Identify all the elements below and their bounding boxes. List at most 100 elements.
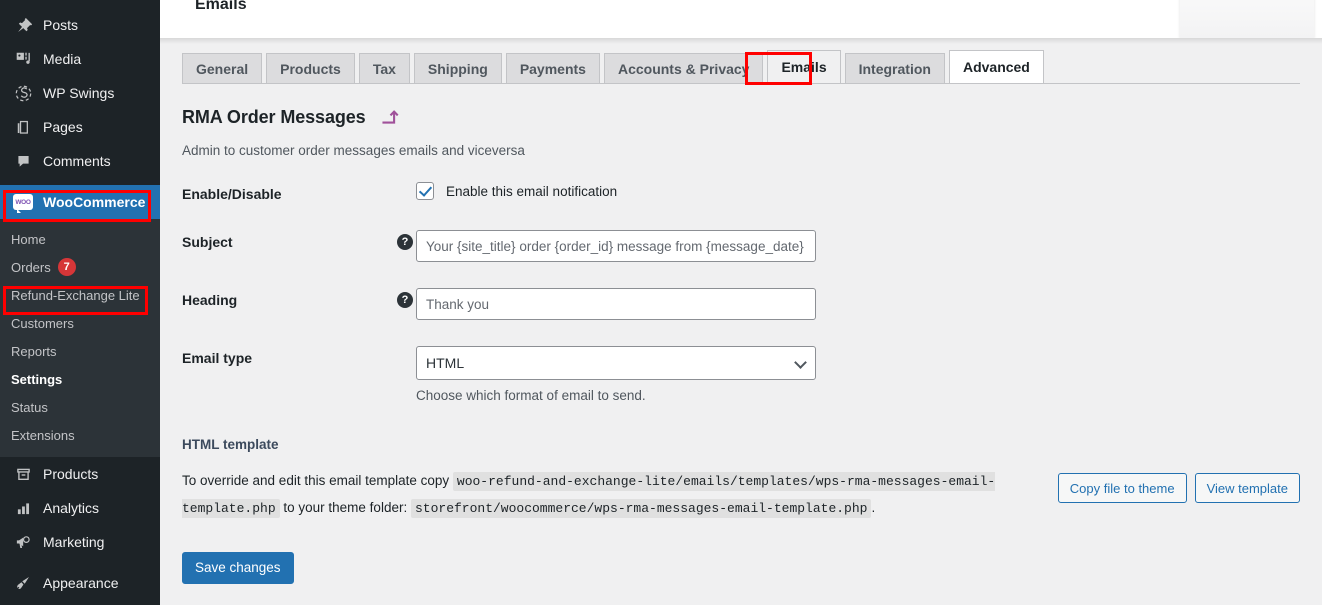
sidebar-item-label: WooCommerce (43, 194, 146, 210)
woo-badge-text: WOO (15, 198, 31, 206)
sidebar-item-analytics[interactable]: Analytics (0, 491, 160, 525)
tab-payments[interactable]: Payments (505, 53, 600, 83)
tab-advanced[interactable]: Advanced (948, 50, 1044, 83)
menu-spacer (0, 559, 160, 566)
sidebar-item-label: Comments (43, 153, 111, 169)
email-type-select-wrap[interactable]: HTML (416, 346, 816, 380)
submenu-label: Customers (11, 315, 74, 331)
sidebar-item-media[interactable]: Media (0, 42, 160, 76)
tab-label: Tax (372, 60, 396, 77)
sidebar-item-label: Appearance (43, 575, 119, 591)
subject-input[interactable] (416, 230, 816, 262)
tab-general[interactable]: General (182, 53, 263, 83)
submenu-label: Settings (11, 371, 63, 387)
submenu-item-customers[interactable]: Customers (0, 309, 160, 337)
subject-label: Subject (182, 234, 233, 250)
email-type-select[interactable]: HTML (416, 346, 816, 380)
tab-shipping[interactable]: Shipping (413, 53, 502, 83)
sidebar-top-menu: Posts Media WP Swings Pages Comments WOO… (0, 8, 168, 600)
help-slot (394, 182, 416, 186)
settings-tabs: General Products Tax Shipping Payments A… (182, 50, 1300, 84)
template-text-after: . (871, 500, 876, 515)
sidebar-item-comments[interactable]: Comments (0, 144, 160, 178)
sidebar-item-label: Media (43, 51, 82, 67)
enable-checkbox[interactable] (416, 182, 434, 200)
tab-label: Shipping (427, 60, 488, 77)
tab-tax[interactable]: Tax (358, 53, 410, 83)
submenu-item-home[interactable]: Home (0, 225, 160, 253)
submenu-label: Home (11, 231, 46, 247)
sidebar-item-label: Products (43, 466, 99, 482)
tab-accounts-privacy[interactable]: Accounts & Privacy (603, 53, 764, 83)
enable-label: Enable/Disable (182, 186, 282, 202)
sidebar-item-posts[interactable]: Posts (0, 8, 160, 42)
submenu-item-orders[interactable]: Orders 7 (0, 253, 160, 281)
tab-label: General (196, 60, 249, 77)
subject-help[interactable]: ? (394, 230, 416, 250)
sidebar-item-appearance[interactable]: Appearance (0, 566, 160, 600)
sidebar-item-products[interactable]: Products (0, 457, 160, 491)
heading-label: Heading (182, 292, 238, 308)
settings-content: General Products Tax Shipping Payments A… (160, 38, 1322, 605)
submenu-item-settings[interactable]: Settings (0, 365, 160, 393)
tab-label: Payments (519, 60, 586, 77)
submenu-item-status[interactable]: Status (0, 393, 160, 421)
view-template-button[interactable]: View template (1194, 473, 1300, 503)
html-template-text: To override and edit this email template… (182, 468, 1012, 522)
tab-label: Integration (858, 60, 931, 77)
enable-checkbox-wrap[interactable]: Enable this email notification (416, 182, 1300, 200)
tab-integration[interactable]: Integration (844, 53, 945, 83)
section-header: RMA Order Messages (182, 106, 1300, 128)
help-slot (394, 346, 416, 350)
section-title: RMA Order Messages (182, 106, 366, 127)
wp-swings-icon (11, 83, 35, 103)
submenu-label: Extensions (11, 427, 75, 443)
sidebar-item-pages[interactable]: Pages (0, 110, 160, 144)
menu-spacer (0, 178, 160, 185)
tab-emails[interactable]: Emails (767, 50, 841, 83)
form-row-heading: Heading ? (182, 288, 1300, 320)
megaphone-icon (11, 532, 35, 552)
form-row-enable: Enable/Disable Enable this email notific… (182, 182, 1300, 202)
sidebar-item-label: Posts (43, 17, 79, 33)
help-icon[interactable]: ? (397, 234, 413, 250)
heading-help[interactable]: ? (394, 288, 416, 308)
tab-label: Products (280, 60, 341, 77)
sidebar-item-marketing[interactable]: Marketing (0, 525, 160, 559)
orders-count-badge: 7 (57, 258, 76, 276)
section-description: Admin to customer order messages emails … (182, 143, 525, 158)
form-row-email-type: Email type HTML Choose which format of e… (182, 346, 1300, 403)
sidebar-item-label: Analytics (43, 500, 100, 516)
sidebar-item-label: Pages (43, 119, 83, 135)
tab-label: Advanced (962, 59, 1030, 75)
help-icon[interactable]: ? (397, 292, 413, 308)
tab-products[interactable]: Products (266, 53, 355, 83)
bar-chart-icon (11, 498, 35, 518)
admin-topbar: Emails (160, 0, 1322, 38)
template-actions: Copy file to theme View template (1057, 473, 1300, 503)
sidebar-item-woocommerce[interactable]: WOO WooCommerce (0, 185, 168, 219)
topbar-overlay-panel[interactable] (1180, 0, 1314, 38)
admin-sidebar: Posts Media WP Swings Pages Comments WOO… (0, 0, 168, 605)
submenu-item-reports[interactable]: Reports (0, 337, 160, 365)
save-changes-button[interactable]: Save changes (182, 552, 294, 584)
form-row-subject: Subject ? (182, 230, 1300, 262)
submenu-item-extensions[interactable]: Extensions (0, 421, 160, 449)
wp-admin-screen: Posts Media WP Swings Pages Comments WOO… (0, 0, 1322, 605)
html-template-title: HTML template (182, 437, 279, 452)
woocommerce-icon: WOO (11, 192, 35, 213)
sidebar-item-wp-swings[interactable]: WP Swings (0, 76, 160, 110)
copy-file-to-theme-button[interactable]: Copy file to theme (1057, 473, 1187, 503)
sidebar-item-label: WP Swings (43, 85, 115, 101)
submenu-item-refund-exchange-lite[interactable]: Refund-Exchange Lite (0, 281, 160, 309)
enable-checkbox-label: Enable this email notification (446, 183, 618, 199)
heading-input[interactable] (416, 288, 816, 320)
sidebar-item-label: Marketing (43, 534, 105, 550)
return-arrow-icon[interactable] (380, 106, 402, 128)
html-template-block: HTML template To override and edit this … (182, 437, 1300, 522)
pages-icon (11, 117, 35, 137)
tab-label: Accounts & Privacy (617, 60, 750, 77)
media-icon (11, 49, 35, 69)
box-icon (11, 464, 35, 484)
submenu-label: Refund-Exchange Lite (11, 287, 140, 303)
